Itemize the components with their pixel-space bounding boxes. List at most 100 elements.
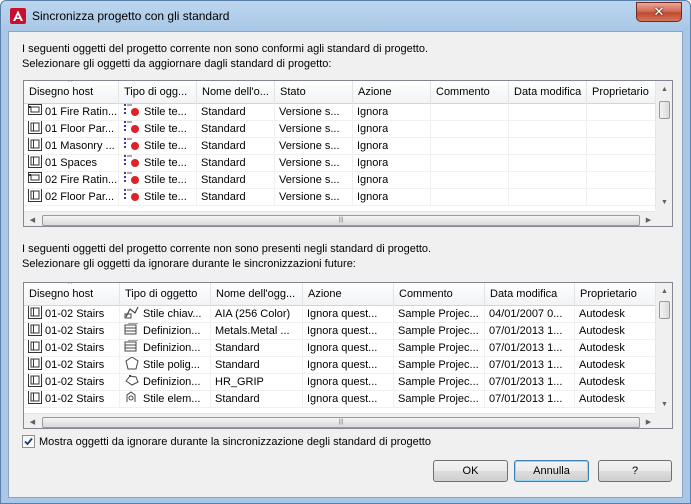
non-conforming-objects-table[interactable]: Disegno host ^ Tipo di ogg... Nome dell'o..… bbox=[23, 80, 673, 227]
action-cell: Ignora quest... bbox=[303, 306, 394, 323]
table-row[interactable]: 01-02 Stairs Stile polig... Standard Ignora… bbox=[24, 357, 656, 374]
date-modified-cell: 07/01/2013 1... bbox=[485, 340, 575, 357]
vertical-scrollbar[interactable]: ▲ ▼ bbox=[655, 283, 672, 413]
scroll-left-icon[interactable]: ◀ bbox=[24, 414, 41, 428]
object-name-cell: Standard bbox=[197, 138, 275, 155]
scroll-up-icon[interactable]: ▲ bbox=[656, 283, 672, 300]
scroll-thumb[interactable]: ||| bbox=[42, 215, 640, 226]
table-row[interactable]: 01 Floor Par... Stile te... Standard Versio… bbox=[24, 121, 657, 138]
show-ignored-option[interactable]: Mostra oggetti da ignorare durante la si… bbox=[22, 435, 431, 448]
scroll-left-icon[interactable]: ◀ bbox=[24, 212, 41, 226]
column-header[interactable]: Disegno host ^ bbox=[24, 81, 119, 104]
column-header[interactable]: Proprietario bbox=[575, 283, 656, 306]
table-row[interactable]: 01-02 Stairs Stile elem... Standard Ignora … bbox=[24, 391, 656, 408]
object-type-cell: Stile elem... bbox=[120, 391, 211, 408]
column-header[interactable]: Tipo di oggetto bbox=[120, 283, 211, 306]
show-ignored-label[interactable]: Mostra oggetti da ignorare durante la si… bbox=[39, 436, 431, 448]
host-drawing-cell-text: 01 Fire Ratin... bbox=[45, 106, 118, 118]
status-cell: Versione s... bbox=[275, 189, 353, 206]
title-bar[interactable]: Sincronizza progetto con gli standard ✕ bbox=[1, 1, 690, 31]
comment-cell bbox=[431, 189, 509, 206]
owner-cell-text: Autodesk bbox=[579, 359, 625, 371]
window-title: Sincronizza progetto con gli standard bbox=[32, 9, 230, 23]
missing-objects-table[interactable]: Disegno host ^ Tipo di oggetto Nome dell'og… bbox=[23, 282, 673, 429]
date-modified-cell-text: 07/01/2013 1... bbox=[489, 342, 563, 354]
table-row[interactable]: 01-02 Stairs Definizion... HR_GRIP Ignora q… bbox=[24, 374, 656, 391]
host-drawing-cell-text: 01 Spaces bbox=[45, 157, 97, 169]
object-type-cell: Definizion... bbox=[120, 323, 211, 340]
cancel-button[interactable]: Annulla bbox=[514, 460, 589, 482]
column-header[interactable]: Stato bbox=[275, 81, 353, 104]
stairs-drawing-icon bbox=[28, 357, 42, 373]
action-cell-text: Ignora bbox=[357, 191, 389, 203]
object-type-cell: Stile te... bbox=[119, 189, 197, 206]
table-row[interactable]: 01 Fire Ratin... Stile te... Standard Versi… bbox=[24, 104, 657, 121]
action-cell-text: Ignora quest... bbox=[307, 342, 378, 354]
object-name-cell: Standard bbox=[211, 340, 303, 357]
object-type-cell-text: Definizion... bbox=[143, 325, 201, 337]
column-header[interactable]: Azione bbox=[353, 81, 431, 104]
stairs-drawing-icon bbox=[28, 306, 42, 322]
host-drawing-cell-text: 01-02 Stairs bbox=[45, 325, 105, 337]
show-ignored-checkbox[interactable] bbox=[22, 435, 35, 448]
action-cell: Ignora bbox=[353, 172, 431, 189]
column-header[interactable]: Proprietario bbox=[587, 81, 657, 104]
help-button[interactable]: ? bbox=[598, 460, 672, 482]
status-cell-text: Versione s... bbox=[279, 191, 340, 203]
table-row[interactable]: 01-02 Stairs Definizion... Metals.Metal ..… bbox=[24, 323, 656, 340]
date-modified-cell: 07/01/2013 1... bbox=[485, 391, 575, 408]
status-cell-text: Versione s... bbox=[279, 140, 340, 152]
owner-cell: Autodesk bbox=[575, 323, 656, 340]
host-drawing-cell: 01-02 Stairs bbox=[24, 340, 120, 357]
object-type-cell-text: Stile polig... bbox=[143, 359, 200, 371]
owner-cell-text: Autodesk bbox=[579, 376, 625, 388]
close-button[interactable]: ✕ bbox=[636, 2, 682, 22]
status-cell-text: Versione s... bbox=[279, 174, 340, 186]
host-drawing-cell: 01-02 Stairs bbox=[24, 391, 120, 408]
table-row[interactable]: 02 Fire Ratin... Stile te... Standard Versi… bbox=[24, 172, 657, 189]
scroll-up-icon[interactable]: ▲ bbox=[656, 81, 672, 98]
column-header[interactable]: Tipo di ogg... bbox=[119, 81, 197, 104]
column-header[interactable]: Nome dell'o... bbox=[197, 81, 275, 104]
object-type-cell: Stile te... bbox=[119, 121, 197, 138]
table-row[interactable]: 02 Floor Par... Stile te... Standard Versio… bbox=[24, 189, 657, 206]
object-type-cell-text: Stile te... bbox=[144, 157, 187, 169]
column-header[interactable]: Commento bbox=[394, 283, 485, 306]
object-name-cell: Metals.Metal ... bbox=[211, 323, 303, 340]
scroll-thumb[interactable] bbox=[659, 101, 670, 119]
owner-cell-text: Autodesk bbox=[579, 308, 625, 320]
owner-cell: Autodesk bbox=[575, 357, 656, 374]
comment-cell bbox=[431, 155, 509, 172]
column-header[interactable]: Data modifica bbox=[509, 81, 587, 104]
autocad-logo-icon bbox=[10, 8, 26, 24]
object-name-cell-text: AIA (256 Color) bbox=[215, 308, 291, 320]
comment-cell-text: Sample Projec... bbox=[398, 359, 479, 371]
comment-cell-text: Sample Projec... bbox=[398, 376, 479, 388]
table-row[interactable]: 01-02 Stairs Stile chiav... AIA (256 Color… bbox=[24, 306, 656, 323]
vertical-scrollbar[interactable]: ▲ ▼ bbox=[655, 81, 672, 211]
host-drawing-cell: 02 Floor Par... bbox=[24, 189, 119, 206]
status-cell: Versione s... bbox=[275, 104, 353, 121]
scroll-thumb[interactable]: ||| bbox=[42, 417, 640, 428]
table-body: 01-02 Stairs Stile chiav... AIA (256 Color… bbox=[24, 306, 656, 408]
object-name-cell-text: Standard bbox=[215, 359, 260, 371]
table-row[interactable]: 01 Masonry ... Stile te... Standard Version… bbox=[24, 138, 657, 155]
object-name-cell: HR_GRIP bbox=[211, 374, 303, 391]
scroll-thumb[interactable] bbox=[659, 301, 670, 319]
status-cell: Versione s... bbox=[275, 138, 353, 155]
style-red-icon bbox=[123, 189, 141, 205]
column-header[interactable]: Commento bbox=[431, 81, 509, 104]
ok-button[interactable]: OK bbox=[433, 460, 508, 482]
column-header[interactable]: Azione bbox=[303, 283, 394, 306]
column-header[interactable]: Data modifica bbox=[485, 283, 575, 306]
element-style-icon bbox=[124, 391, 140, 407]
column-header[interactable]: Disegno host ^ bbox=[24, 283, 120, 306]
table-row[interactable]: 01 Spaces Stile te... Standard Versione s..… bbox=[24, 155, 657, 172]
table-header: Disegno host ^ Tipo di ogg... Nome dell'o..… bbox=[24, 81, 657, 104]
table-row[interactable]: 01-02 Stairs Definizion... Standard Ignora … bbox=[24, 340, 656, 357]
style-red-icon bbox=[123, 172, 141, 188]
horizontal-scrollbar[interactable]: ◀ ||| ▶ bbox=[24, 413, 657, 428]
action-cell: Ignora bbox=[353, 189, 431, 206]
column-header[interactable]: Nome dell'ogg... bbox=[211, 283, 303, 306]
horizontal-scrollbar[interactable]: ◀ ||| ▶ bbox=[24, 211, 657, 226]
